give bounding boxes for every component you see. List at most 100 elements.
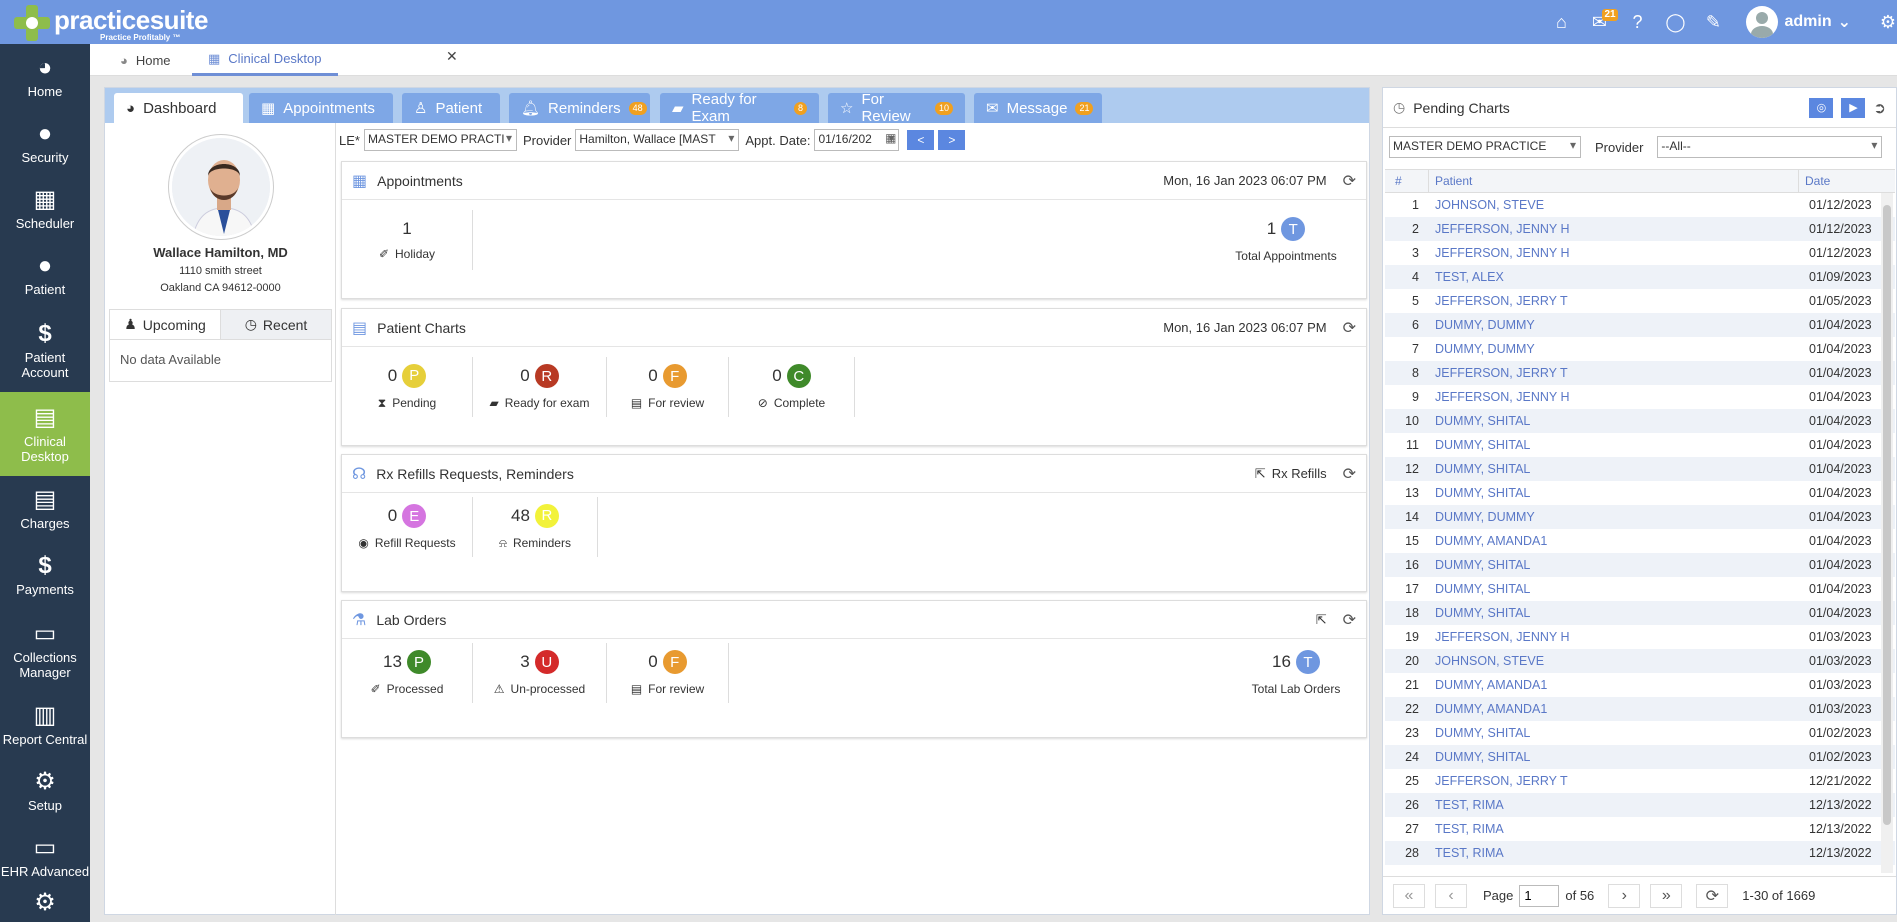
table-row[interactable]: 12 DUMMY, SHITAL 01/04/2023	[1385, 457, 1895, 481]
patient-name-link[interactable]: JEFFERSON, JENNY H	[1429, 390, 1799, 404]
previous-date-button[interactable]: <	[907, 130, 935, 150]
sidebar-item-clinical-desktop[interactable]: ▤ Clinical Desktop	[0, 392, 90, 476]
patient-name-link[interactable]: JEFFERSON, JENNY H	[1429, 246, 1799, 260]
page-input[interactable]	[1519, 884, 1560, 907]
sidebar-item-charges[interactable]: ▤ Charges	[0, 476, 90, 542]
rx-refills-link[interactable]: ⇱ Rx Refills	[1255, 466, 1327, 482]
next-page-button[interactable]: ›	[1608, 883, 1641, 908]
table-row[interactable]: 13 DUMMY, SHITAL 01/04/2023	[1385, 481, 1895, 505]
ready-for-exam-stat[interactable]: 0R ▰ Ready for exam	[473, 357, 607, 417]
mail-icon[interactable]: ✉ 21	[1580, 0, 1618, 44]
patient-name-link[interactable]: DUMMY, DUMMY	[1429, 342, 1799, 356]
table-row[interactable]: 27 TEST, RIMA 12/13/2022	[1385, 817, 1895, 841]
col-number[interactable]: #	[1385, 170, 1429, 192]
refresh-icon[interactable]: ⟳	[1343, 171, 1356, 191]
chevron-right-circle-icon[interactable]: ➲	[1873, 99, 1886, 117]
sidebar-item-patient[interactable]: ● Patient	[0, 242, 90, 308]
patient-name-link[interactable]: DUMMY, SHITAL	[1429, 486, 1799, 500]
le-select[interactable]: MASTER DEMO PRACTI	[363, 129, 517, 151]
patient-name-link[interactable]: DUMMY, AMANDA1	[1429, 534, 1799, 548]
for-review-stat[interactable]: 0F ▤ For review	[607, 357, 729, 417]
table-row[interactable]: 19 JEFFERSON, JENNY H 01/03/2023	[1385, 625, 1895, 649]
provider-select[interactable]: Hamilton, Wallace [MAST	[575, 129, 740, 151]
home-icon[interactable]: ⌂	[1542, 0, 1580, 44]
refill-requests-stat[interactable]: 0E ◉ Refill Requests	[342, 497, 473, 557]
patient-name-link[interactable]: TEST, RIMA	[1429, 798, 1799, 812]
appt-date-input[interactable]: 01/16/202 ▦	[814, 129, 900, 151]
patient-name-link[interactable]: JEFFERSON, JERRY T	[1429, 774, 1799, 788]
table-row[interactable]: 21 DUMMY, AMANDA1 01/03/2023	[1385, 673, 1895, 697]
lab-for-review-stat[interactable]: 0F ▤ For review	[607, 643, 729, 703]
patient-name-link[interactable]: DUMMY, AMANDA1	[1429, 678, 1799, 692]
patient-name-link[interactable]: JEFFERSON, JERRY T	[1429, 294, 1799, 308]
next-date-button[interactable]: >	[938, 130, 966, 150]
grid-scrollbar[interactable]	[1881, 193, 1893, 873]
table-row[interactable]: 25 JEFFERSON, JERRY T 12/21/2022	[1385, 769, 1895, 793]
help-icon[interactable]: ?	[1618, 0, 1656, 44]
patient-name-link[interactable]: DUMMY, SHITAL	[1429, 438, 1799, 452]
refresh-icon[interactable]: ⟳	[1343, 318, 1356, 338]
sidebar-item-home[interactable]: ◕ Home	[0, 44, 90, 110]
complete-stat[interactable]: 0C ⊘ Complete	[729, 357, 855, 417]
sidebar-item-collections-manager[interactable]: ▭ Collections Manager	[0, 608, 90, 692]
patient-name-link[interactable]: DUMMY, SHITAL	[1429, 558, 1799, 572]
external-link-icon[interactable]: ⇱	[1316, 612, 1327, 628]
tab-dashboard[interactable]: ◕ Dashboard	[114, 93, 243, 123]
first-page-button[interactable]: «	[1393, 883, 1425, 908]
table-row[interactable]: 16 DUMMY, SHITAL 01/04/2023	[1385, 553, 1895, 577]
patient-name-link[interactable]: DUMMY, DUMMY	[1429, 510, 1799, 524]
patient-name-link[interactable]: DUMMY, SHITAL	[1429, 606, 1799, 620]
sidebar-item-ehr-advanced[interactable]: ▭ EHR Advanced	[0, 824, 90, 890]
table-row[interactable]: 2 JEFFERSON, JENNY H 01/12/2023	[1385, 217, 1895, 241]
tab-for-review[interactable]: ☆ For Review 10	[828, 91, 965, 125]
tab-ready-for-exam[interactable]: ▰ Ready for Exam 8	[660, 91, 819, 125]
practice-select[interactable]: MASTER DEMO PRACTICE	[1389, 136, 1581, 158]
close-tab-icon[interactable]: ✕	[446, 48, 458, 65]
scrollbar-thumb[interactable]	[1883, 205, 1891, 825]
tab-patient[interactable]: ♙ Patient	[402, 93, 500, 123]
patient-name-link[interactable]: TEST, RIMA	[1429, 846, 1799, 860]
table-row[interactable]: 15 DUMMY, AMANDA1 01/04/2023	[1385, 529, 1895, 553]
table-row[interactable]: 11 DUMMY, SHITAL 01/04/2023	[1385, 433, 1895, 457]
prev-page-button[interactable]: ‹	[1435, 883, 1467, 908]
chat-icon[interactable]: ◯	[1656, 0, 1694, 44]
patient-name-link[interactable]: DUMMY, SHITAL	[1429, 582, 1799, 596]
table-row[interactable]: 8 JEFFERSON, JERRY T 01/04/2023	[1385, 361, 1895, 385]
col-date[interactable]: Date	[1799, 170, 1895, 192]
table-row[interactable]: 9 JEFFERSON, JENNY H 01/04/2023	[1385, 385, 1895, 409]
table-row[interactable]: 1 JOHNSON, STEVE 01/12/2023	[1385, 193, 1895, 217]
refresh-icon[interactable]: ⟳	[1343, 464, 1356, 484]
table-row[interactable]: 18 DUMMY, SHITAL 01/04/2023	[1385, 601, 1895, 625]
chat-button[interactable]: ◎	[1809, 97, 1834, 118]
sidebar-item-report-central[interactable]: ▥ Report Central	[0, 692, 90, 758]
total-appointments-stat[interactable]: 1T Total Appointments	[1206, 210, 1366, 270]
tab-reminders[interactable]: 🔔︎ Reminders 48	[509, 93, 650, 123]
patient-name-link[interactable]: TEST, RIMA	[1429, 822, 1799, 836]
play-button[interactable]: ▶	[1841, 97, 1866, 118]
reminders-stat[interactable]: 48 R ⍾ Reminders	[473, 497, 598, 557]
table-row[interactable]: 10 DUMMY, SHITAL 01/04/2023	[1385, 409, 1895, 433]
table-row[interactable]: 17 DUMMY, SHITAL 01/04/2023	[1385, 577, 1895, 601]
patient-name-link[interactable]: DUMMY, DUMMY	[1429, 318, 1799, 332]
user-menu[interactable]: admin ⌄	[1746, 6, 1851, 38]
patient-name-link[interactable]: DUMMY, SHITAL	[1429, 726, 1799, 740]
patient-name-link[interactable]: TEST, ALEX	[1429, 270, 1799, 284]
tab-appointments[interactable]: ▦ Appointments	[249, 93, 393, 123]
tab-message[interactable]: ✉ Message 21	[974, 93, 1102, 123]
table-row[interactable]: 6 DUMMY, DUMMY 01/04/2023	[1385, 313, 1895, 337]
last-page-button[interactable]: »	[1650, 883, 1683, 908]
table-row[interactable]: 5 JEFFERSON, JERRY T 01/05/2023	[1385, 289, 1895, 313]
sidebar-item-security[interactable]: ● Security	[0, 110, 90, 176]
table-row[interactable]: 28 TEST, RIMA 12/13/2022	[1385, 841, 1895, 865]
patient-name-link[interactable]: JOHNSON, STEVE	[1429, 654, 1799, 668]
patient-name-link[interactable]: JEFFERSON, JENNY H	[1429, 630, 1799, 644]
col-patient[interactable]: Patient	[1429, 170, 1799, 192]
tab-recent[interactable]: ◷ Recent	[221, 310, 331, 339]
table-row[interactable]: 24 DUMMY, SHITAL 01/02/2023	[1385, 745, 1895, 769]
sidebar-item-payments[interactable]: $ Payments	[0, 542, 90, 608]
table-row[interactable]: 4 TEST, ALEX 01/09/2023	[1385, 265, 1895, 289]
sidebar-item-scheduler[interactable]: ▦ Scheduler	[0, 176, 90, 242]
patient-name-link[interactable]: JOHNSON, STEVE	[1429, 198, 1799, 212]
table-row[interactable]: 26 TEST, RIMA 12/13/2022	[1385, 793, 1895, 817]
table-row[interactable]: 3 JEFFERSON, JENNY H 01/12/2023	[1385, 241, 1895, 265]
